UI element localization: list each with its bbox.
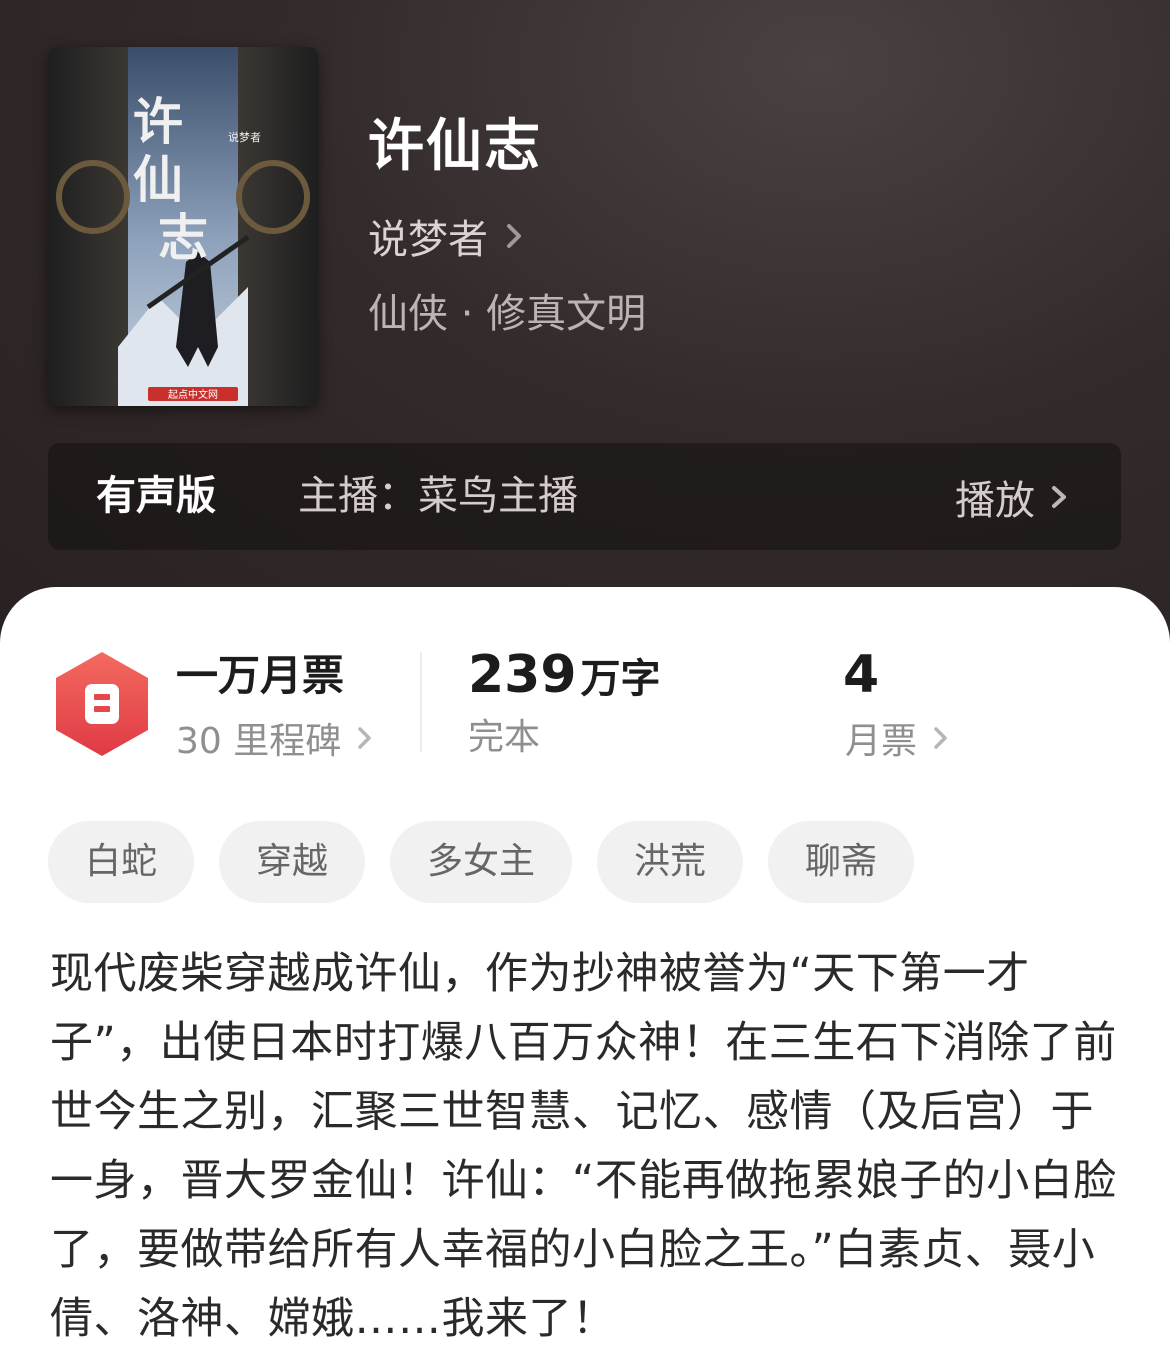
monthly-ticket-badge-icon: [56, 652, 148, 756]
audiobook-anchor: 主播：菜鸟主播: [298, 473, 578, 519]
monthly-ticket-count: 4: [843, 645, 880, 705]
tag-chip[interactable]: 白蛇: [48, 821, 194, 903]
cover-art: 起点中文网 许 仙 志 说梦者: [48, 47, 318, 406]
play-button[interactable]: 播放: [955, 443, 1071, 550]
tag-chip[interactable]: 多女主: [390, 821, 572, 903]
milestone-link[interactable]: 30 里程碑: [176, 712, 375, 764]
cover-title-char-2: 仙: [133, 150, 183, 209]
milestone-sub: 30 里程碑: [176, 721, 342, 762]
monthly-ticket-label: 月票: [845, 721, 918, 762]
cover-publisher: 起点中文网: [168, 388, 218, 401]
cover-title-char-3: 志: [158, 208, 208, 267]
chevron-right-icon: [934, 727, 947, 749]
word-count: 239 万字: [468, 645, 661, 717]
chevron-right-icon: [358, 727, 372, 749]
book-cover[interactable]: 起点中文网 许 仙 志 说梦者: [48, 47, 318, 406]
tag-chip[interactable]: 穿越: [219, 821, 365, 903]
book-description: 现代废柴穿越成许仙，作为抄神被誉为“天下第一才子”，出使日本时打爆八百万众神！在…: [50, 949, 1117, 1344]
cover-title-char-1: 许: [133, 92, 183, 151]
genre-label: 仙侠 · 修真文明: [368, 291, 647, 337]
audiobook-bar[interactable]: 有声版 主播：菜鸟主播 播放: [48, 443, 1121, 550]
play-label: 播放: [955, 477, 1035, 524]
word-count-unit: 万字: [580, 656, 661, 702]
author-link[interactable]: 说梦者: [368, 208, 528, 264]
monthly-ticket-link[interactable]: 月票: [845, 712, 951, 764]
cover-author: 说梦者: [228, 130, 261, 144]
author-name: 说梦者: [368, 217, 488, 263]
tag-chip[interactable]: 聊斋: [768, 821, 914, 903]
milestone-title: 一万月票: [176, 651, 345, 700]
word-count-number: 239: [468, 645, 577, 705]
book-title: 许仙志: [368, 114, 542, 179]
completion-status: 完本: [468, 717, 541, 758]
chevron-right-icon: [1052, 485, 1066, 508]
stat-divider: [420, 652, 422, 752]
tag-chip[interactable]: 洪荒: [597, 821, 743, 903]
chevron-right-icon: [507, 224, 521, 248]
audiobook-label: 有声版: [96, 473, 216, 519]
